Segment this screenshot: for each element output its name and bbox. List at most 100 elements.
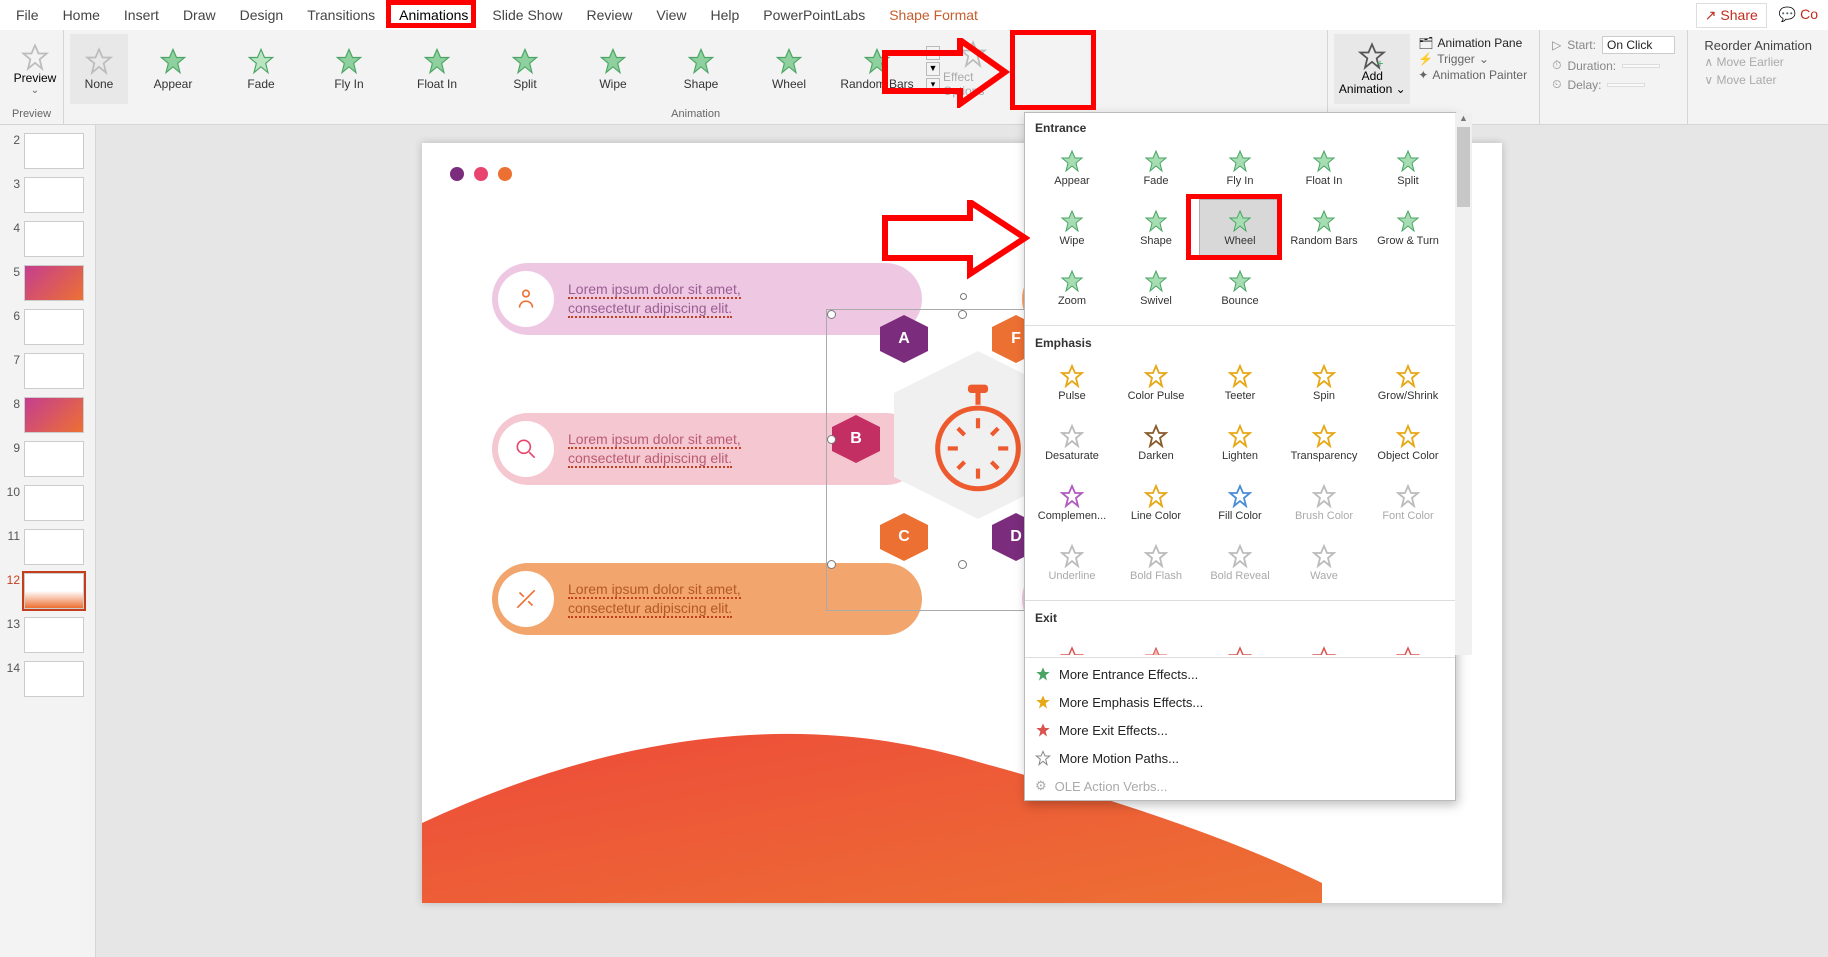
- selection-handle[interactable]: [827, 435, 836, 444]
- menu-file[interactable]: File: [4, 2, 51, 28]
- thumb-3[interactable]: 3: [0, 173, 95, 217]
- duration-input[interactable]: [1622, 64, 1660, 68]
- move-earlier-button[interactable]: ∧ Move Earlier: [1704, 53, 1812, 71]
- dd-entrance-wipe[interactable]: Wipe: [1031, 199, 1113, 257]
- menu-insert[interactable]: Insert: [112, 2, 171, 28]
- menu-view[interactable]: View: [644, 2, 698, 28]
- menu-design[interactable]: Design: [228, 2, 296, 28]
- dd-emphasis-grow-shrink[interactable]: Grow/Shrink: [1367, 354, 1449, 412]
- dd-entrance-swivel[interactable]: Swivel: [1115, 259, 1197, 317]
- menu-transitions[interactable]: Transitions: [295, 2, 387, 28]
- hex-c[interactable]: C: [880, 513, 928, 561]
- anim-wipe[interactable]: Wipe: [570, 34, 656, 104]
- animation-painter-button[interactable]: ✦ Animation Painter: [1418, 68, 1527, 82]
- dd-entrance-zoom[interactable]: Zoom: [1031, 259, 1113, 317]
- dd-entrance-bounce[interactable]: Bounce: [1199, 259, 1281, 317]
- dd-emphasis-color-pulse[interactable]: Color Pulse: [1115, 354, 1197, 412]
- dd-emphasis-desaturate[interactable]: Desaturate: [1031, 414, 1113, 472]
- thumb-13[interactable]: 13: [0, 613, 95, 657]
- dd-exit-item[interactable]: [1283, 629, 1365, 655]
- dd-entrance-random-bars[interactable]: Random Bars: [1283, 199, 1365, 257]
- delay-input[interactable]: [1607, 83, 1645, 87]
- menu-shape-format[interactable]: Shape Format: [877, 2, 990, 28]
- anim-split[interactable]: Split: [482, 34, 568, 104]
- thumb-14[interactable]: 14: [0, 657, 95, 701]
- dd-emphasis-lighten[interactable]: Lighten: [1199, 414, 1281, 472]
- anim-shape[interactable]: Shape: [658, 34, 744, 104]
- dd-emphasis-spin[interactable]: Spin: [1283, 354, 1365, 412]
- menu-home[interactable]: Home: [51, 2, 112, 28]
- dd-item-label: Underline: [1048, 570, 1095, 582]
- dd-entrance-appear[interactable]: Appear: [1031, 139, 1113, 197]
- preview-button[interactable]: Preview ⌄: [6, 34, 64, 104]
- dd-emphasis-darken[interactable]: Darken: [1115, 414, 1197, 472]
- dd-emphasis-transparency[interactable]: Transparency: [1283, 414, 1365, 472]
- dd-emphasis-object-color[interactable]: Object Color: [1367, 414, 1449, 472]
- add-animation-button[interactable]: + Add Animation ⌄: [1334, 34, 1410, 104]
- hex-b[interactable]: B: [832, 415, 880, 463]
- dd-emphasis-line-color[interactable]: Line Color: [1115, 474, 1197, 532]
- anim-appear[interactable]: Appear: [130, 34, 216, 104]
- anim-flyin[interactable]: Fly In: [306, 34, 392, 104]
- dd-item-label: Appear: [1054, 175, 1089, 187]
- slide-thumbnails-panel[interactable]: 2 3 4 5 6 7 8 9 10 11 12 13 14: [0, 125, 96, 957]
- share-button[interactable]: ↗ Share: [1696, 3, 1767, 28]
- thumb-4[interactable]: 4: [0, 217, 95, 261]
- comments-button[interactable]: 💬 Co: [1773, 3, 1824, 28]
- animation-pane-button[interactable]: 🗂 Animation Pane: [1418, 36, 1527, 50]
- menu-help[interactable]: Help: [698, 2, 751, 28]
- scrollbar-thumb[interactable]: [1457, 127, 1470, 207]
- trigger-button[interactable]: ⚡ Trigger ⌄: [1418, 52, 1527, 66]
- menu-draw[interactable]: Draw: [171, 2, 228, 28]
- thumb-6[interactable]: 6: [0, 305, 95, 349]
- more-motion-link[interactable]: More Motion Paths...: [1025, 744, 1455, 772]
- thumb-9[interactable]: 9: [0, 437, 95, 481]
- more-entrance-link[interactable]: More Entrance Effects...: [1025, 660, 1455, 688]
- selection-handle[interactable]: [958, 310, 967, 319]
- menu-animations[interactable]: Animations: [387, 2, 480, 28]
- dd-exit-item[interactable]: [1367, 629, 1449, 655]
- dd-entrance-split[interactable]: Split: [1367, 139, 1449, 197]
- rotate-handle[interactable]: [960, 293, 967, 300]
- start-select[interactable]: On Click: [1602, 36, 1675, 54]
- dd-entrance-grow-turn[interactable]: Grow & Turn: [1367, 199, 1449, 257]
- menu-powerpointlabs[interactable]: PowerPointLabs: [751, 2, 877, 28]
- menu-slideshow[interactable]: Slide Show: [480, 2, 574, 28]
- anim-none[interactable]: None: [70, 34, 128, 104]
- dd-emphasis-fill-color[interactable]: Fill Color: [1199, 474, 1281, 532]
- anim-fade[interactable]: Fade: [218, 34, 304, 104]
- dd-entrance-float-in[interactable]: Float In: [1283, 139, 1365, 197]
- selection-handle[interactable]: [827, 560, 836, 569]
- dd-exit-item[interactable]: [1031, 629, 1113, 655]
- anim-floatin[interactable]: Float In: [394, 34, 480, 104]
- dd-entrance-wheel[interactable]: Wheel: [1199, 199, 1281, 257]
- dd-item-label: Grow/Shrink: [1378, 390, 1439, 402]
- thumb-8[interactable]: 8: [0, 393, 95, 437]
- dd-exit-item[interactable]: [1199, 629, 1281, 655]
- dd-entrance-shape[interactable]: Shape: [1115, 199, 1197, 257]
- dropdown-scrollbar[interactable]: ▲: [1455, 113, 1472, 655]
- move-later-button[interactable]: ∨ Move Later: [1704, 71, 1812, 89]
- dd-emphasis-complemen-[interactable]: Complemen...: [1031, 474, 1113, 532]
- thumb-5[interactable]: 5: [0, 261, 95, 305]
- dd-emphasis-teeter[interactable]: Teeter: [1199, 354, 1281, 412]
- anim-wheel[interactable]: Wheel: [746, 34, 832, 104]
- dd-item-label: Spin: [1313, 390, 1335, 402]
- thumb-10[interactable]: 10: [0, 481, 95, 525]
- anim-floatin-label: Float In: [417, 77, 457, 91]
- dd-entrance-fly-in[interactable]: Fly In: [1199, 139, 1281, 197]
- selection-handle[interactable]: [958, 560, 967, 569]
- dd-entrance-fade[interactable]: Fade: [1115, 139, 1197, 197]
- more-emphasis-link[interactable]: More Emphasis Effects...: [1025, 688, 1455, 716]
- dd-emphasis-pulse[interactable]: Pulse: [1031, 354, 1113, 412]
- dd-exit-item[interactable]: [1115, 629, 1197, 655]
- thumb-12[interactable]: 12: [0, 569, 95, 613]
- selection-handle[interactable]: [827, 310, 836, 319]
- menu-left: File Home Insert Draw Design Transitions…: [4, 2, 990, 28]
- animation-gallery: None Appear Fade Fly In Float In Split W…: [70, 34, 1321, 104]
- thumb-11[interactable]: 11: [0, 525, 95, 569]
- more-exit-link[interactable]: More Exit Effects...: [1025, 716, 1455, 744]
- menu-review[interactable]: Review: [574, 2, 644, 28]
- thumb-2[interactable]: 2: [0, 129, 95, 173]
- thumb-7[interactable]: 7: [0, 349, 95, 393]
